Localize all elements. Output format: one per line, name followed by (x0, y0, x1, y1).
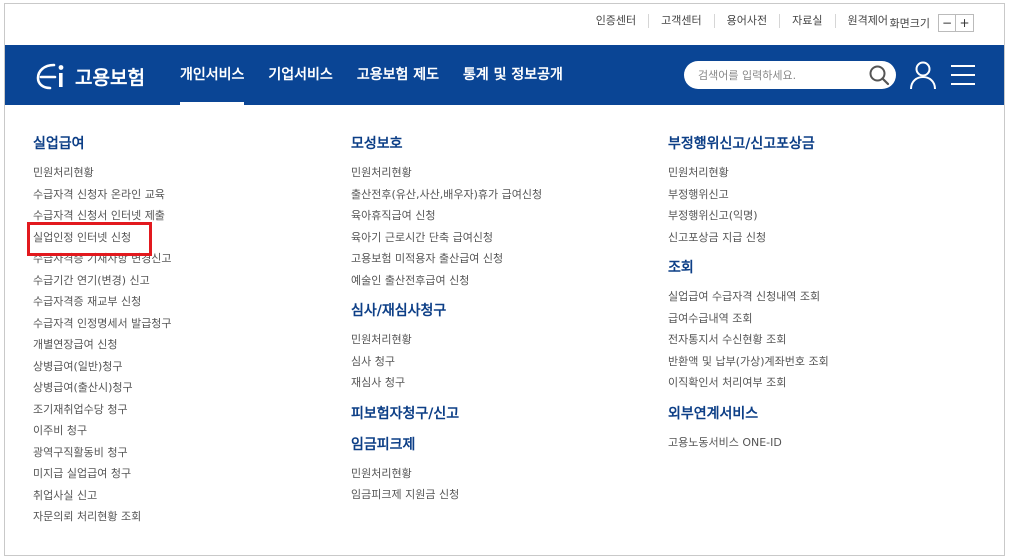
list-item[interactable]: 이직확인서 처리여부 조회 (668, 372, 829, 394)
main-header: 고용보험 개인서비스 기업서비스 고용보험 제도 통계 및 정보공개 (5, 45, 1004, 105)
list-item[interactable]: 수급자격 신청서 인터넷 제출 (33, 205, 172, 227)
hamburger-menu-icon[interactable] (951, 64, 975, 86)
section-list-external-services: 고용노동서비스 ONE-ID (668, 432, 829, 454)
list-item[interactable]: 고용노동서비스 ONE-ID (668, 432, 829, 454)
ei-logo-icon (36, 63, 64, 90)
font-size-label: 화면크기 (889, 17, 930, 30)
global-nav: 개인서비스 기업서비스 고용보험 제도 통계 및 정보공개 (168, 45, 575, 105)
section-title-fraud-report[interactable]: 부정행위신고/신고포상금 (668, 133, 829, 155)
site-logo[interactable]: 고용보험 (35, 62, 145, 90)
list-item[interactable]: 수급자격 인정명세서 발급청구 (33, 313, 172, 335)
section-title-unemployment[interactable]: 실업급여 (33, 133, 172, 155)
search-icon[interactable] (868, 64, 890, 86)
section-list-wage-peak: 민원처리현황 임금피크제 지원금 신청 (351, 463, 542, 506)
list-item[interactable]: 미지급 실업급여 청구 (33, 463, 172, 485)
section-title-wage-peak[interactable]: 임금피크제 (351, 434, 542, 456)
list-item[interactable]: 수급자격증 재교부 신청 (33, 291, 172, 313)
section-title-insured-claim[interactable]: 피보험자청구/신고 (351, 403, 542, 425)
nav-personal-services[interactable]: 개인서비스 (168, 45, 256, 105)
list-item[interactable]: 실업급여 수급자격 신청내역 조회 (668, 286, 829, 308)
list-item[interactable]: 육아기 근로시간 단축 급여신청 (351, 227, 542, 249)
font-decrease-button[interactable]: − (938, 14, 956, 32)
list-item[interactable]: 민원처리현황 (33, 162, 172, 184)
list-item[interactable]: 광역구직활동비 청구 (33, 442, 172, 464)
list-item[interactable]: 취업사실 신고 (33, 485, 172, 507)
section-list-fraud-report: 민원처리현황 부정행위신고 부정행위신고(익명) 신고포상금 지급 신청 (668, 162, 829, 248)
list-item[interactable]: 민원처리현황 (351, 463, 542, 485)
menu-column-3: 부정행위신고/신고포상금 민원처리현황 부정행위신고 부정행위신고(익명) 신고… (668, 133, 829, 453)
list-item[interactable]: 임금피크제 지원금 신청 (351, 484, 542, 506)
list-item[interactable]: 수급자격 신청자 온라인 교육 (33, 184, 172, 206)
list-item[interactable]: 고용보험 미적용자 출산급여 신청 (351, 248, 542, 270)
list-item[interactable]: 예술인 출산전후급여 신청 (351, 270, 542, 292)
list-item-unemployment-recognition[interactable]: 실업인정 인터넷 신청 (33, 227, 172, 249)
list-item[interactable]: 반환액 및 납부(가상)계좌번호 조회 (668, 351, 829, 373)
util-link-glossary[interactable]: 용어사전 (713, 14, 779, 28)
menu-column-1: 실업급여 민원처리현황 수급자격 신청자 온라인 교육 수급자격 신청서 인터넷… (33, 133, 172, 528)
list-item[interactable]: 이주비 청구 (33, 420, 172, 442)
utility-bar: 인증센터 고객센터 용어사전 자료실 원격제어 화면크기 − + (5, 4, 1004, 44)
section-list-appeal: 민원처리현황 심사 청구 재심사 청구 (351, 329, 542, 394)
list-item[interactable]: 상병급여(일반)청구 (33, 356, 172, 378)
search-input[interactable] (698, 67, 858, 83)
list-item[interactable]: 심사 청구 (351, 351, 542, 373)
nav-insurance-system[interactable]: 고용보험 제도 (345, 45, 451, 105)
section-title-external-services[interactable]: 외부연계서비스 (668, 403, 829, 425)
list-item[interactable]: 출산전후(유산,사산,배우자)휴가 급여신청 (351, 184, 542, 206)
browser-frame: 인증센터 고객센터 용어사전 자료실 원격제어 화면크기 − + 고용보험 개인… (4, 3, 1005, 556)
list-item[interactable]: 재심사 청구 (351, 372, 542, 394)
section-title-appeal[interactable]: 심사/재심사청구 (351, 300, 542, 322)
util-link-customer-center[interactable]: 고객센터 (648, 14, 713, 28)
search-box (684, 61, 896, 89)
list-item[interactable]: 상병급여(출산시)청구 (33, 377, 172, 399)
list-item[interactable]: 민원처리현황 (351, 329, 542, 351)
list-item[interactable]: 부정행위신고(익명) (668, 205, 829, 227)
nav-business-services[interactable]: 기업서비스 (256, 45, 344, 105)
util-link-resources[interactable]: 자료실 (779, 14, 834, 28)
list-item[interactable]: 신고포상금 지급 신청 (668, 227, 829, 249)
section-list-inquiry: 실업급여 수급자격 신청내역 조회 급여수급내역 조회 전자통지서 수신현황 조… (668, 286, 829, 394)
list-item[interactable]: 개별연장급여 신청 (33, 334, 172, 356)
logo-text: 고용보험 (75, 66, 145, 89)
list-item[interactable]: 급여수급내역 조회 (668, 308, 829, 330)
utility-links: 인증센터 고객센터 용어사전 자료실 원격제어 (584, 14, 900, 28)
list-item[interactable]: 수급기간 연기(변경) 신고 (33, 270, 172, 292)
section-title-inquiry[interactable]: 조회 (668, 257, 829, 279)
section-list-unemployment: 민원처리현황 수급자격 신청자 온라인 교육 수급자격 신청서 인터넷 제출 실… (33, 162, 172, 528)
list-item[interactable]: 민원처리현황 (351, 162, 542, 184)
list-item[interactable]: 수급자격증 기재사항 변경신고 (33, 248, 172, 270)
list-item[interactable]: 조기재취업수당 청구 (33, 399, 172, 421)
font-size-control: 화면크기 − + (890, 14, 974, 32)
nav-statistics[interactable]: 통계 및 정보공개 (451, 45, 575, 105)
section-list-maternity: 민원처리현황 출산전후(유산,사산,배우자)휴가 급여신청 육아휴직급여 신청 … (351, 162, 542, 291)
util-link-cert-center[interactable]: 인증센터 (584, 14, 648, 28)
font-increase-button[interactable]: + (956, 14, 974, 32)
list-item[interactable]: 부정행위신고 (668, 184, 829, 206)
list-item[interactable]: 자문의뢰 처리현황 조회 (33, 506, 172, 528)
user-icon[interactable] (909, 60, 937, 90)
list-item[interactable]: 육아휴직급여 신청 (351, 205, 542, 227)
menu-column-2: 모성보호 민원처리현황 출산전후(유산,사산,배우자)휴가 급여신청 육아휴직급… (351, 133, 542, 506)
section-title-maternity[interactable]: 모성보호 (351, 133, 542, 155)
list-item[interactable]: 민원처리현황 (668, 162, 829, 184)
list-item[interactable]: 전자통지서 수신현황 조회 (668, 329, 829, 351)
